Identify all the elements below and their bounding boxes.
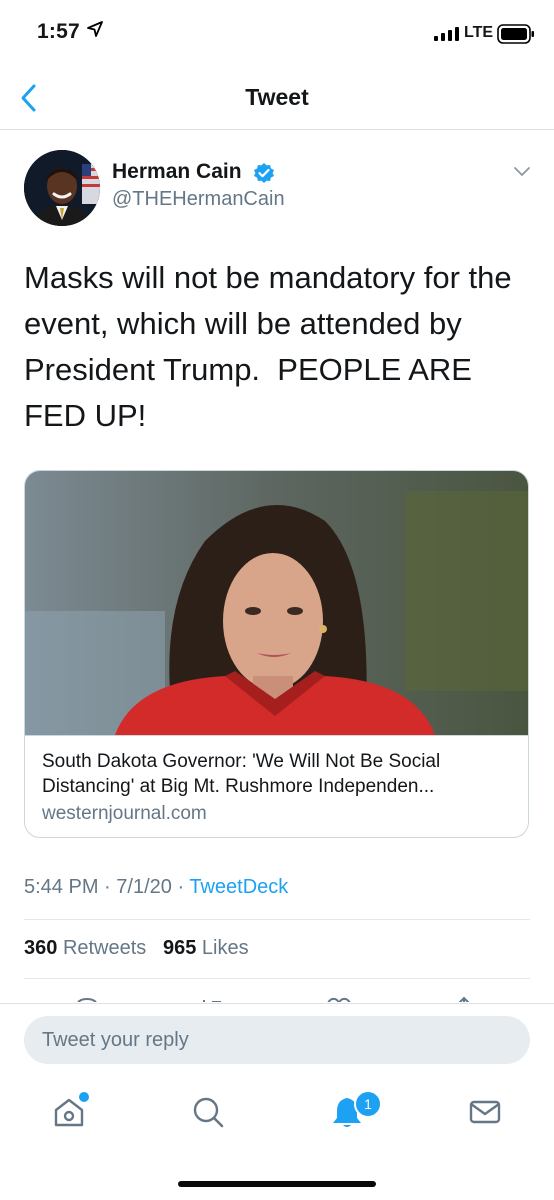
- messages-icon[interactable]: [467, 1094, 503, 1130]
- home-new-indicator: [77, 1090, 91, 1104]
- retweet-icon[interactable]: [199, 996, 225, 1002]
- reply-divider: [0, 1003, 554, 1004]
- avatar[interactable]: [24, 150, 100, 226]
- verified-badge-icon: [254, 163, 274, 183]
- signal-icon: [434, 27, 459, 41]
- tweet-text: Masks will not be mandatory for the even…: [24, 260, 521, 433]
- retweets-count: 360: [24, 937, 58, 959]
- card-title: South Dakota Governor: 'We Will Not Be S…: [42, 751, 441, 797]
- reply-placeholder: Tweet your reply: [42, 1029, 189, 1051]
- nav-divider: [0, 129, 554, 130]
- meta-separator: ·: [104, 876, 111, 898]
- chevron-down-icon[interactable]: [513, 166, 531, 178]
- link-card[interactable]: South Dakota Governor: 'We Will Not Be S…: [24, 470, 529, 838]
- network-label: LTE: [464, 24, 494, 41]
- author-handle[interactable]: @THEHermanCain: [112, 188, 285, 211]
- stats-divider: [24, 978, 530, 979]
- meta-divider: [24, 919, 530, 920]
- author-name[interactable]: Herman Cain: [112, 160, 242, 184]
- card-domain: westernjournal.com: [42, 803, 207, 824]
- likes-count: 965: [162, 937, 197, 959]
- tweet-timestamp: 5:44 PM · 7/1/20 · TweetDeck: [24, 876, 288, 899]
- battery-icon: [497, 24, 534, 44]
- like-icon[interactable]: [326, 996, 352, 1002]
- reply-icon[interactable]: [74, 996, 100, 1002]
- search-icon[interactable]: [190, 1094, 226, 1130]
- card-image: [25, 471, 528, 735]
- retweets-label: Retweets: [62, 937, 147, 959]
- notification-badge: 1: [354, 1090, 382, 1118]
- home-indicator: [178, 1181, 376, 1187]
- reply-input[interactable]: Tweet your reply: [24, 1016, 530, 1064]
- likes-stat[interactable]: 965 Likes: [163, 937, 249, 959]
- share-icon[interactable]: [451, 996, 477, 1002]
- tweet-time: 5:44 PM: [24, 876, 99, 898]
- tweet-source-link[interactable]: TweetDeck: [189, 876, 288, 898]
- location-arrow-icon: [87, 21, 103, 37]
- likes-label: Likes: [201, 937, 249, 959]
- retweets-stat[interactable]: 360 Retweets: [24, 937, 146, 959]
- page-title: Tweet: [245, 84, 309, 110]
- tweet-date: 7/1/20: [116, 876, 172, 898]
- status-time: 1:57: [37, 20, 80, 43]
- tweet-actions: [24, 980, 530, 1002]
- card-divider: [25, 735, 528, 736]
- meta-separator: ·: [177, 876, 185, 898]
- tweet-stats: 360 Retweets 965 Likes: [24, 937, 249, 960]
